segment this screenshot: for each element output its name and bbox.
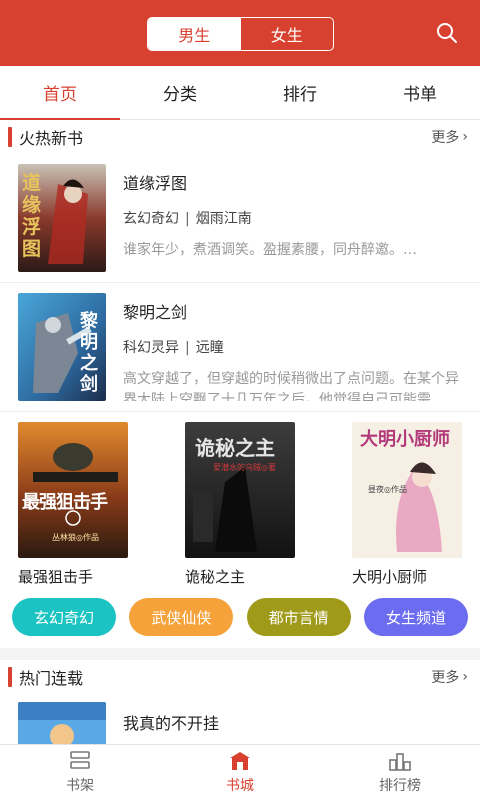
chevron-right-icon: › <box>462 669 468 685</box>
book-title: 道缘浮图 <box>123 174 188 193</box>
book-author: 远瞳 <box>195 340 224 356</box>
book-cover: 黎明之剑 <box>18 293 106 401</box>
bottom-nav: 书架 书城 排行榜 <box>0 744 480 800</box>
tab-ranking[interactable]: 排行 <box>240 66 360 119</box>
app-header: 男生 女生 <box>0 0 480 66</box>
book-genre: 玄幻奇幻 <box>123 211 179 227</box>
book-meta: 科幻灵异 | 远瞳 <box>123 340 224 356</box>
cover-author-art: 丛林狼◎作品 <box>52 533 99 542</box>
tab-home[interactable]: 首页 <box>0 66 120 120</box>
gender-toggle: 男生 女生 <box>147 17 334 51</box>
chip-urban-romance[interactable]: 都市言情 <box>246 598 351 636</box>
bookstore-icon <box>230 752 250 770</box>
book-cover: 最强狙击手 丛林狼◎作品 <box>18 422 128 558</box>
book-cover: 诡秘之主 爱潜水的乌贼◎著 <box>185 422 295 558</box>
search-icon[interactable] <box>436 22 458 44</box>
book-meta: 玄幻奇幻 | 烟雨江南 <box>123 211 252 227</box>
book-list-item[interactable]: 道缘浮图 道缘浮图 玄幻奇幻 | 烟雨江南 谁家年少，煮酒调笑。盈握素腰，同舟醉邀。… <box>0 154 480 283</box>
book-genre: 科幻灵异 <box>123 340 179 356</box>
section-accent-bar <box>8 667 12 687</box>
cover-author-art: 爱潜水的乌贼◎著 <box>213 463 276 472</box>
ranking-icon <box>389 753 411 771</box>
gender-female-button[interactable]: 女生 <box>241 18 334 50</box>
cover-title-art: 黎明之剑 <box>80 311 98 395</box>
book-title: 大明小厨师 <box>352 568 428 586</box>
nav-bookshelf[interactable]: 书架 <box>0 745 160 800</box>
hot-serial-section-header: 热门连载 更多 › <box>0 660 480 694</box>
bookshelf-icon <box>70 751 90 769</box>
nav-ranking[interactable]: 排行榜 <box>320 745 480 800</box>
book-list-item[interactable]: 黎明之剑 黎明之剑 科幻灵异 | 远瞳 高文穿越了，但穿越的时候稍微出了点问题。在某… <box>0 283 480 412</box>
category-chips: 玄幻奇幻 武侠仙侠 都市言情 女生频道 <box>0 598 480 642</box>
book-title: 黎明之剑 <box>123 303 188 322</box>
tab-category[interactable]: 分类 <box>120 66 240 119</box>
book-grid-item[interactable]: 诡秘之主 爱潜水的乌贼◎著 诡秘之主 <box>185 422 295 590</box>
book-grid-item[interactable]: 大明小厨师 昼夜◎作品 大明小厨师 <box>352 422 462 590</box>
book-cover: 大明小厨师 昼夜◎作品 <box>352 422 462 558</box>
book-description: 谁家年少，煮酒调笑。盈握素腰，同舟醉邀。… <box>123 242 417 258</box>
section-title: 热门连载 <box>19 669 84 688</box>
section-title: 火热新书 <box>19 129 84 148</box>
cover-author-art: 昼夜◎作品 <box>368 485 407 494</box>
hot-new-section-header: 火热新书 更多 › <box>0 120 480 154</box>
chevron-right-icon: › <box>462 129 468 145</box>
chip-female-channel[interactable]: 女生频道 <box>363 598 468 636</box>
gender-male-button[interactable]: 男生 <box>148 18 241 50</box>
section-divider <box>0 648 480 660</box>
book-title: 诡秘之主 <box>185 568 246 586</box>
book-grid-item[interactable]: 最强狙击手 丛林狼◎作品 最强狙击手 <box>18 422 128 590</box>
book-title: 我真的不开挂 <box>123 714 220 733</box>
chip-wuxia[interactable]: 武侠仙侠 <box>129 598 234 636</box>
nav-label: 书架 <box>66 778 94 794</box>
cover-title-art: 最强狙击手 <box>22 492 108 513</box>
section-accent-bar <box>8 127 12 147</box>
nav-label: 排行榜 <box>379 778 421 794</box>
more-link[interactable]: 更多 › <box>431 667 468 687</box>
book-author: 烟雨江南 <box>195 211 252 227</box>
nav-label: 书城 <box>226 778 254 794</box>
nav-bookstore[interactable]: 书城 <box>160 745 320 800</box>
book-grid: 最强狙击手 丛林狼◎作品 最强狙击手 诡秘之主 爱潜水的乌贼◎著 诡秘之主 大明… <box>0 412 480 590</box>
book-title: 最强狙击手 <box>18 568 94 586</box>
cover-title-art: 大明小厨师 <box>360 429 450 450</box>
more-link[interactable]: 更多 › <box>431 127 468 147</box>
cover-title-art: 诡秘之主 <box>195 436 275 460</box>
top-tabs: 首页 分类 排行 书单 <box>0 66 480 120</box>
book-cover: 道缘浮图 <box>18 164 106 272</box>
book-description: 高文穿越了，但穿越的时候稍微出了点问题。在某个异界大陆上空飘了十几万年之后，他觉… <box>123 371 459 401</box>
chip-fantasy[interactable]: 玄幻奇幻 <box>12 598 116 636</box>
cover-title-art: 道缘浮图 <box>22 172 42 260</box>
tab-booklist[interactable]: 书单 <box>360 66 480 119</box>
